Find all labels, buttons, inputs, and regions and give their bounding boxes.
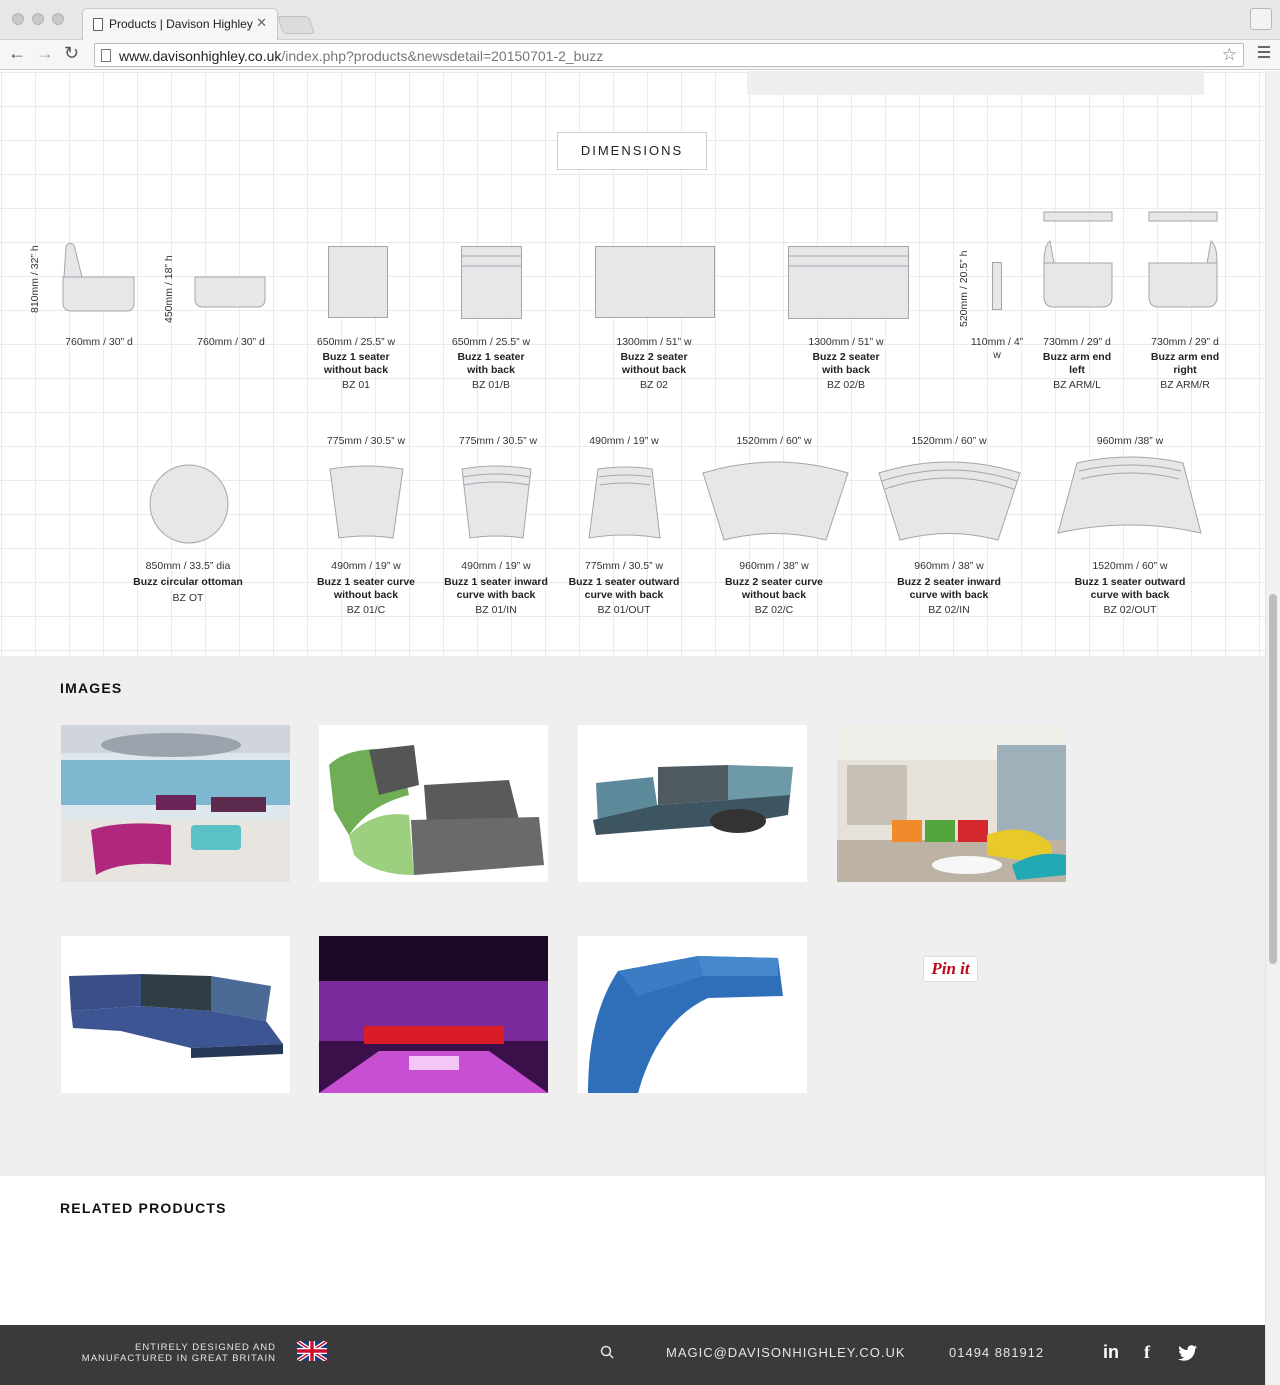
page-icon xyxy=(93,18,103,31)
product-label: 1300mm / 51” w Buzz 2 seater with back BZ … xyxy=(808,336,884,391)
close-tab-icon[interactable]: ✕ xyxy=(256,15,267,31)
union-flag-icon xyxy=(297,1341,327,1361)
browser-tab-strip: Products | Davison Highley ✕ xyxy=(0,0,1280,40)
gallery-image[interactable] xyxy=(319,725,548,882)
green-grey-sofa-photo xyxy=(319,725,548,882)
browser-toolbar: ← → ↻ www.davisonhighley.co.uk/index.php… xyxy=(0,40,1280,70)
browser-tab[interactable]: Products | Davison Highley ✕ xyxy=(82,8,278,40)
seat-with-back-plan-drawing xyxy=(461,246,522,319)
dimension-label: 1520mm / 60” w xyxy=(911,435,987,447)
linkedin-icon[interactable]: in xyxy=(1103,1342,1119,1363)
dimension-label: 1520mm / 60” w xyxy=(736,435,812,447)
product-label: 730mm / 29” d Buzz arm end right BZ ARM/R xyxy=(1150,336,1220,391)
height-label: 520mm / 20.5” h xyxy=(958,250,970,327)
dimension-label: 490mm / 19” w xyxy=(589,435,659,447)
height-label: 810mm / 32” h xyxy=(29,245,41,313)
pin-it-button[interactable]: Pin it xyxy=(923,956,978,982)
back-icon[interactable]: ← xyxy=(8,43,26,64)
images-title: IMAGES xyxy=(60,680,123,696)
site-footer: ENTIRELY DESIGNED AND MANUFACTURED IN GRE… xyxy=(0,1325,1265,1385)
cafe-lounge-photo xyxy=(837,725,1066,882)
facebook-icon[interactable]: f xyxy=(1144,1342,1150,1363)
browser-menu-icon[interactable] xyxy=(1258,46,1270,61)
dimensions-section: DIMENSIONS 810mm / 32” h 450mm / 18” h 5… xyxy=(0,71,1265,656)
gallery-image[interactable] xyxy=(61,725,290,882)
product-label: 490mm / 19” w Buzz 1 seater curve without… xyxy=(316,560,416,616)
minimize-window-button[interactable] xyxy=(32,13,44,25)
arm-end-right-drawing xyxy=(1148,211,1218,308)
page-content: DIMENSIONS 810mm / 32” h 450mm / 18” h 5… xyxy=(0,71,1265,1385)
content-panel-edge xyxy=(747,71,1204,95)
phone-number[interactable]: 01494 881912 xyxy=(949,1345,1044,1360)
address-bar[interactable]: www.davisonhighley.co.uk/index.php?produ… xyxy=(94,43,1244,67)
search-icon[interactable] xyxy=(600,1345,614,1359)
page-icon xyxy=(101,49,111,62)
arm-side-drawing xyxy=(992,262,1002,310)
arm-end-left-drawing xyxy=(1043,211,1113,308)
twitter-icon[interactable] xyxy=(1178,1345,1197,1361)
outward-curve-seat-drawing xyxy=(588,466,661,539)
reload-icon[interactable]: ↻ xyxy=(64,43,79,64)
height-label: 450mm / 18” h xyxy=(163,255,175,323)
circular-ottoman-drawing xyxy=(149,464,229,544)
bookmark-star-icon[interactable]: ☆ xyxy=(1222,45,1237,65)
product-label: 650mm / 25.5” w Buzz 1 seater with back BZ… xyxy=(451,336,531,391)
two-seat-inward-curve-drawing xyxy=(878,461,1021,541)
two-seat-plan-drawing xyxy=(595,246,715,318)
dimensions-title: DIMENSIONS xyxy=(557,132,707,170)
tab-title: Products | Davison Highley xyxy=(109,17,253,31)
product-label: 650mm / 25.5” w Buzz 1 seater without bac… xyxy=(316,336,396,391)
dimension-label: 760mm / 30” d xyxy=(65,336,133,348)
blue-sofa-photo xyxy=(578,725,807,882)
new-tab-button[interactable] xyxy=(276,16,316,34)
gallery-image[interactable] xyxy=(61,936,290,1093)
gallery-image[interactable] xyxy=(578,936,807,1093)
close-window-button[interactable] xyxy=(12,13,24,25)
dark-blue-sofa-photo xyxy=(61,936,290,1093)
office-lounge-photo xyxy=(61,725,290,882)
seat-plan-drawing xyxy=(328,246,388,318)
inward-curve-seat-drawing xyxy=(461,465,532,539)
url-text: www.davisonhighley.co.uk/index.php?produ… xyxy=(119,48,604,64)
product-label: 1300mm / 51” w Buzz 2 seater without back… xyxy=(616,336,692,391)
dimension-label: 960mm /38” w xyxy=(1096,435,1164,447)
zoom-window-button[interactable] xyxy=(52,13,64,25)
footer-tagline: ENTIRELY DESIGNED AND MANUFACTURED IN GRE… xyxy=(81,1342,276,1364)
dimension-label: 775mm / 30.5” w xyxy=(326,435,406,447)
tv-studio-photo xyxy=(319,936,548,1093)
product-label: 490mm / 19” w Buzz 1 seater inward curve … xyxy=(444,560,548,616)
dimension-label: 775mm / 30.5” w xyxy=(458,435,538,447)
two-seat-with-back-plan-drawing xyxy=(788,246,909,319)
email-link[interactable]: MAGIC@DAVISONHIGHLEY.CO.UK xyxy=(666,1345,906,1360)
gallery-image[interactable] xyxy=(319,936,548,1093)
outward-curve-large-drawing xyxy=(1057,456,1202,534)
product-label: 775mm / 30.5” w Buzz 1 seater outward cur… xyxy=(568,560,680,616)
forward-icon[interactable]: → xyxy=(36,43,54,64)
dimension-label: 760mm / 30” d xyxy=(197,336,265,348)
stool-side-drawing xyxy=(194,276,266,308)
product-label: 850mm / 33.5” dia Buzz circular ottoman BZ… xyxy=(133,560,243,604)
two-seat-curve-drawing xyxy=(702,461,849,541)
curve-seat-drawing xyxy=(329,465,404,539)
product-label: 730mm / 29” d Buzz arm end left BZ ARM/L xyxy=(1042,336,1112,391)
page-scrollbar[interactable] xyxy=(1265,71,1280,1385)
profile-icon[interactable] xyxy=(1250,8,1272,30)
gallery-image[interactable] xyxy=(578,725,807,882)
product-label: 960mm / 38” w Buzz 2 seater curve without… xyxy=(724,560,824,616)
product-label: 960mm / 38” w Buzz 2 seater inward curve … xyxy=(897,560,1001,616)
dimension-label: 110mm / 4” w xyxy=(970,336,1024,361)
product-label: 1520mm / 60” w Buzz 1 seater outward curv… xyxy=(1074,560,1186,616)
blue-curved-sofa-photo xyxy=(578,936,807,1093)
armchair-side-drawing xyxy=(62,242,135,312)
gallery-image[interactable] xyxy=(837,725,1066,882)
related-products-title: RELATED PRODUCTS xyxy=(60,1200,227,1216)
scrollbar-thumb[interactable] xyxy=(1269,594,1277,964)
